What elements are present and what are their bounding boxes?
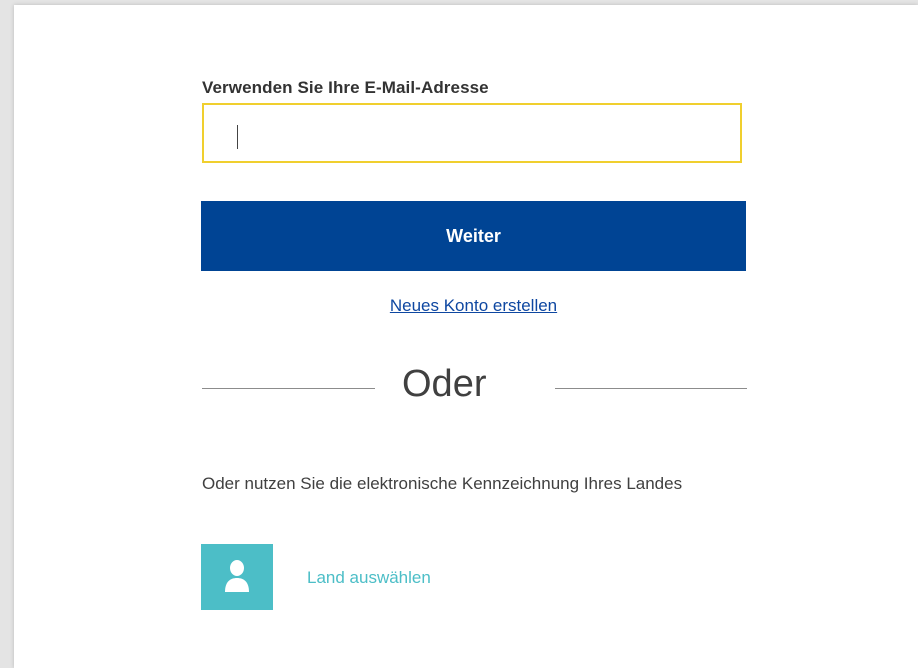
person-icon <box>225 560 249 592</box>
text-cursor <box>237 125 238 149</box>
divider-text: Oder <box>402 363 487 405</box>
login-card: Verwenden Sie Ihre E-Mail-Adresse Weiter… <box>14 5 918 668</box>
email-label: Verwenden Sie Ihre E-Mail-Adresse <box>202 78 489 97</box>
continue-button[interactable]: Weiter <box>201 201 746 271</box>
create-account-link-label[interactable]: Neues Konto erstellen <box>390 296 557 315</box>
create-account-link[interactable]: Neues Konto erstellen <box>14 296 918 316</box>
country-select-link[interactable]: Land auswählen <box>307 568 431 588</box>
divider-line-left <box>202 388 375 389</box>
email-input[interactable] <box>202 103 742 163</box>
page: Verwenden Sie Ihre E-Mail-Adresse Weiter… <box>0 0 918 668</box>
country-select-tile[interactable] <box>201 544 273 610</box>
divider-line-right <box>555 388 747 389</box>
eid-description: Oder nutzen Sie die elektronische Kennze… <box>202 474 683 493</box>
